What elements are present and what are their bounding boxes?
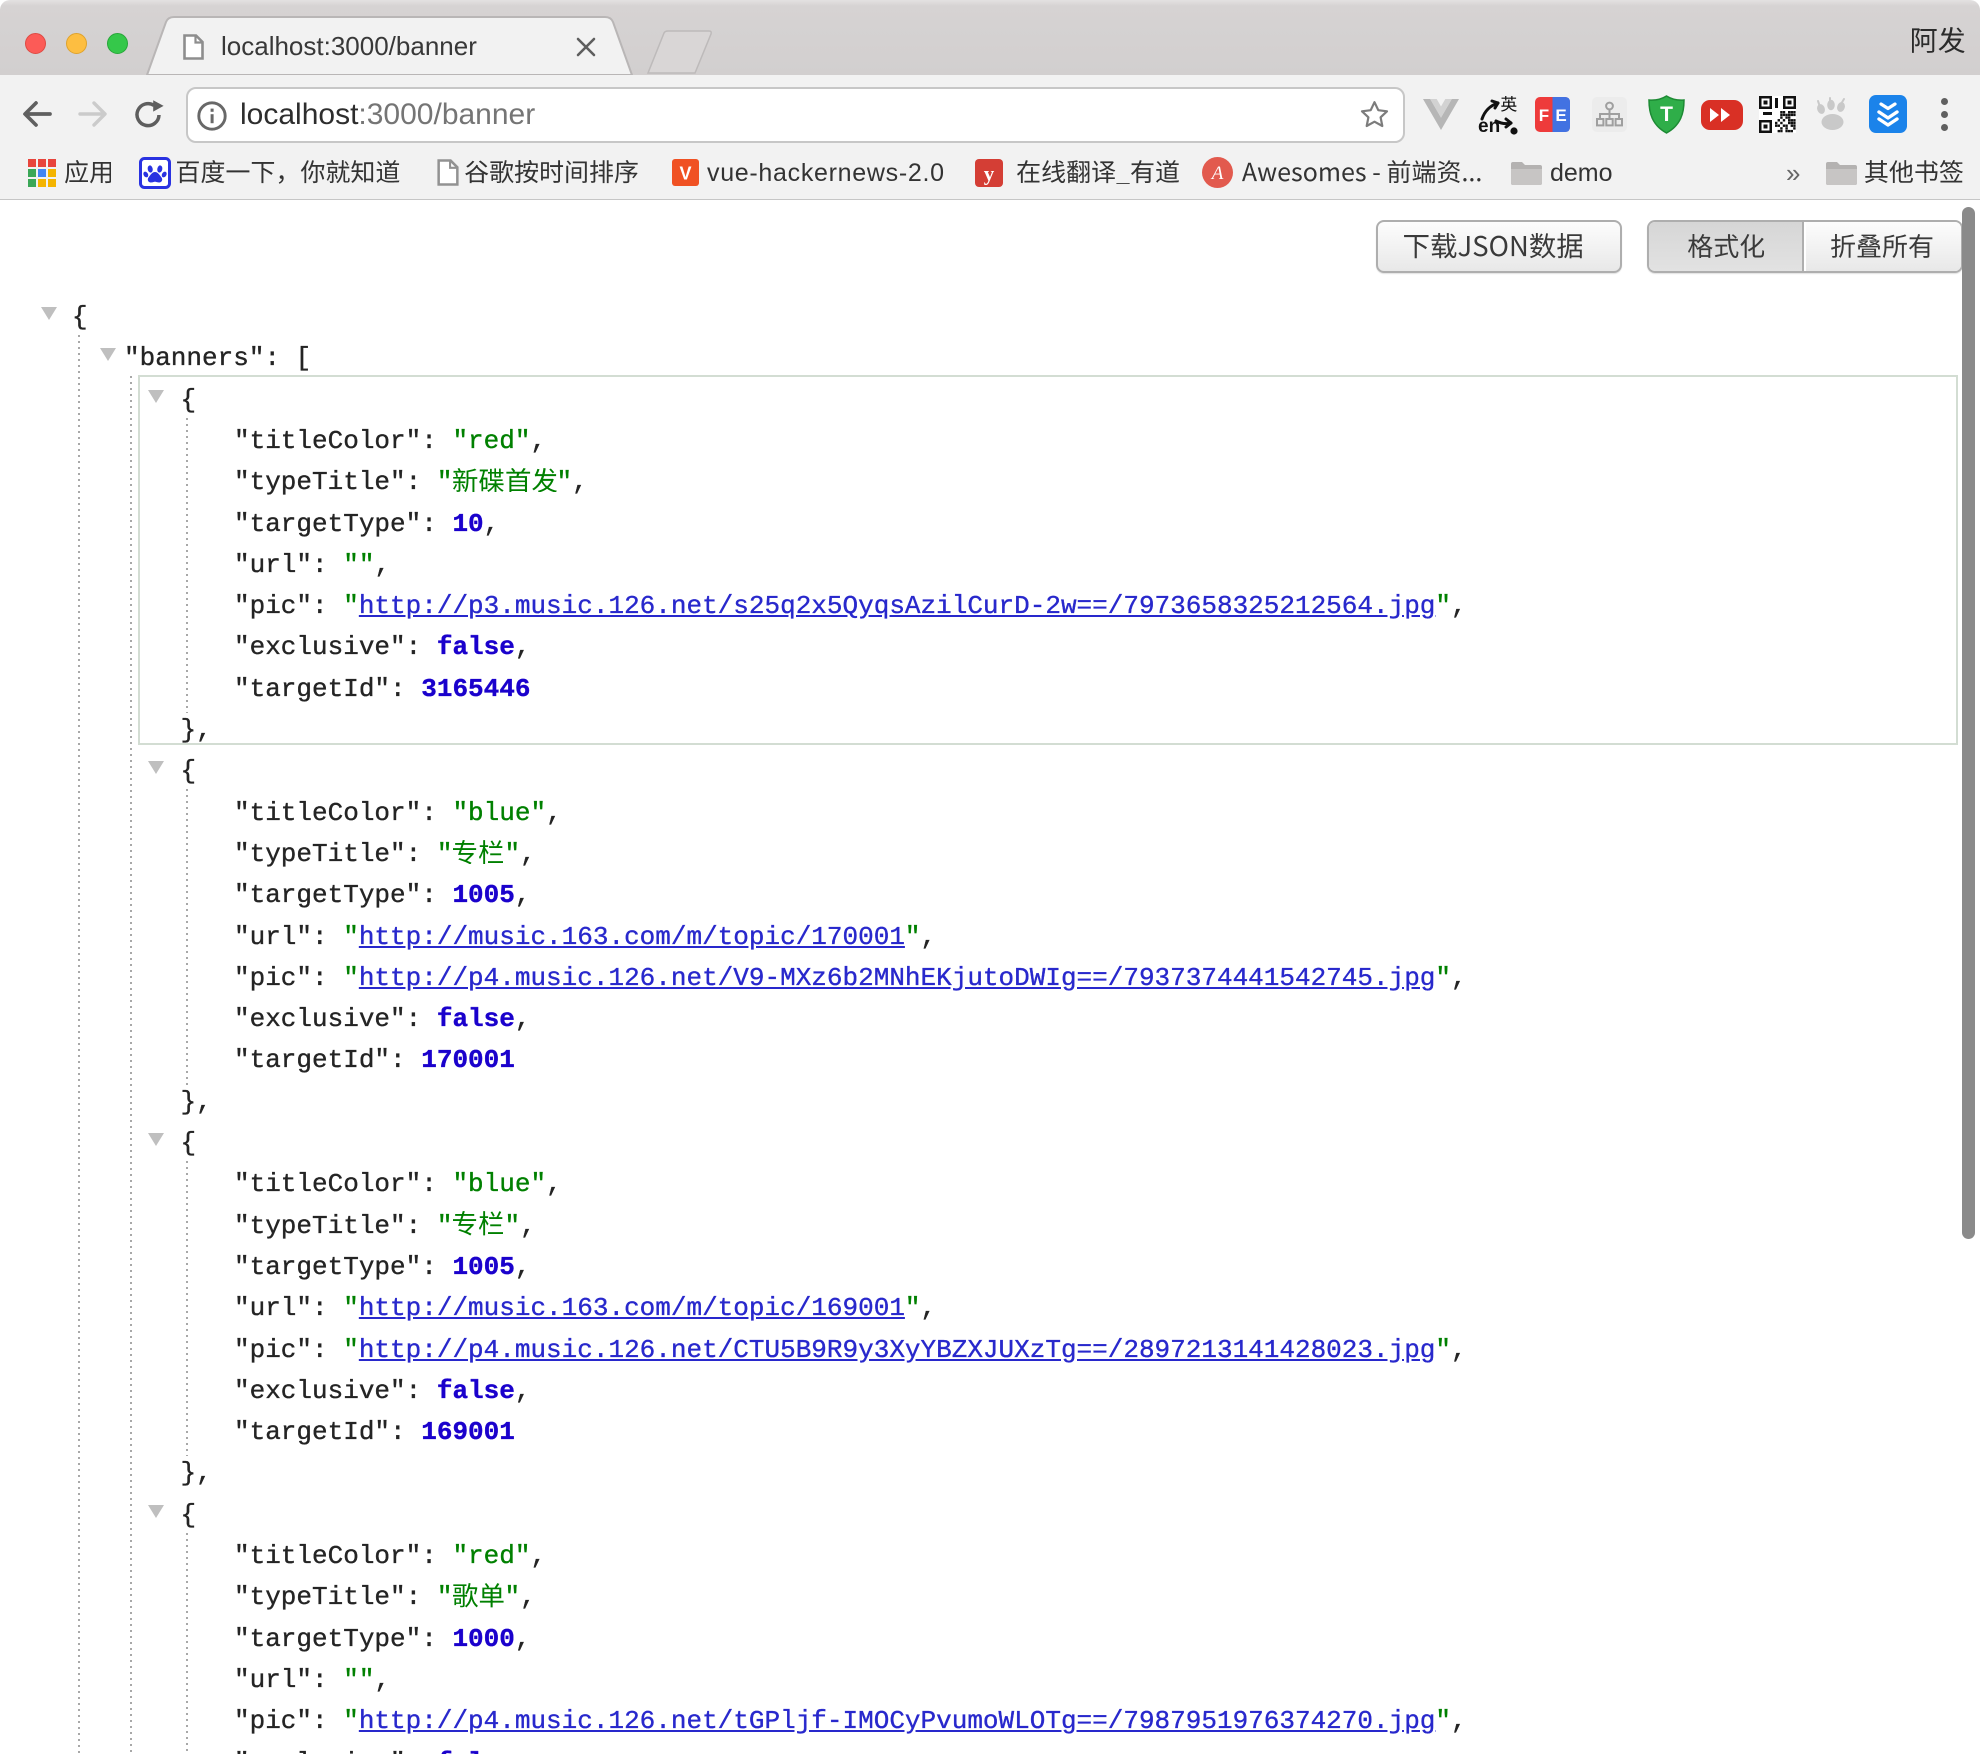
svg-text:y: y (984, 162, 995, 186)
svg-text:A: A (1210, 163, 1224, 184)
svg-text:F: F (1539, 106, 1549, 125)
svg-text:V: V (679, 164, 691, 184)
svg-text:T: T (1660, 103, 1673, 126)
svg-text:E: E (1555, 106, 1566, 125)
